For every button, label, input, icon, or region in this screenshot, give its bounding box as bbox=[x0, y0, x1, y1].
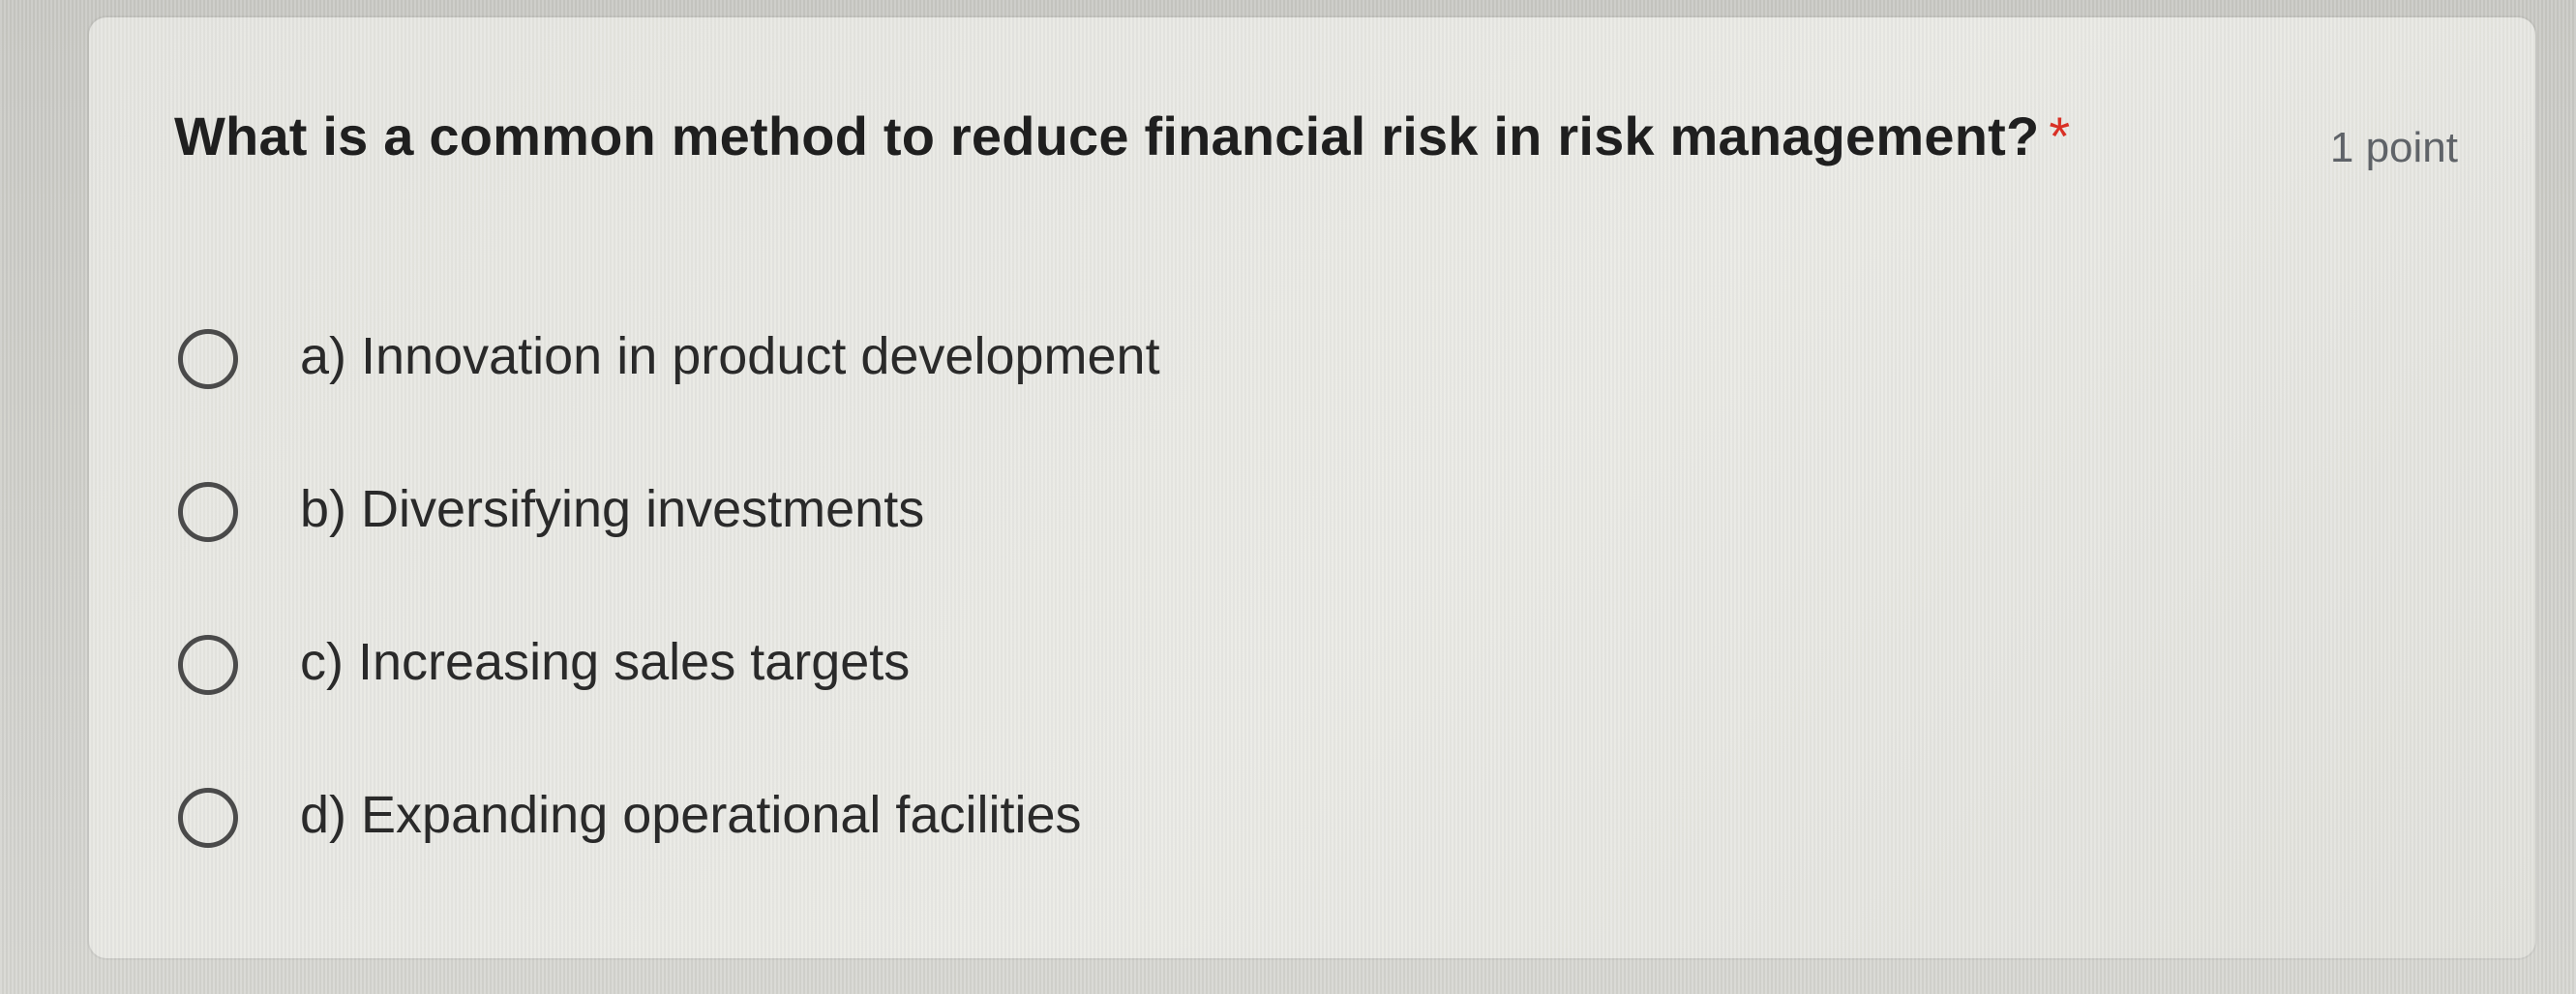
option-label: a) Innovation in product development bbox=[300, 327, 1160, 385]
question-title: What is a common method to reduce financ… bbox=[174, 105, 2070, 167]
option-a[interactable]: a) Innovation in product development bbox=[178, 308, 1726, 461]
radio-unchecked-icon[interactable] bbox=[178, 788, 238, 848]
option-c[interactable]: c) Increasing sales targets bbox=[178, 614, 1726, 767]
radio-unchecked-icon[interactable] bbox=[178, 635, 238, 695]
question-text: What is a common method to reduce financ… bbox=[174, 105, 2040, 166]
option-label: d) Expanding operational facilities bbox=[300, 786, 1082, 844]
radio-unchecked-icon[interactable] bbox=[178, 482, 238, 542]
option-label: c) Increasing sales targets bbox=[300, 633, 911, 691]
question-header: What is a common method to reduce financ… bbox=[174, 105, 2458, 182]
question-points: 1 point bbox=[2329, 124, 2458, 171]
radio-unchecked-icon[interactable] bbox=[178, 329, 238, 389]
option-b[interactable]: b) Diversifying investments bbox=[178, 461, 1726, 614]
answer-options: a) Innovation in product development b) … bbox=[178, 308, 1726, 919]
required-marker: * bbox=[2049, 105, 2071, 166]
option-label: b) Diversifying investments bbox=[300, 480, 925, 538]
screen-background: What is a common method to reduce financ… bbox=[0, 0, 2576, 994]
question-card: What is a common method to reduce financ… bbox=[89, 17, 2535, 958]
option-d[interactable]: d) Expanding operational facilities bbox=[178, 767, 1726, 919]
